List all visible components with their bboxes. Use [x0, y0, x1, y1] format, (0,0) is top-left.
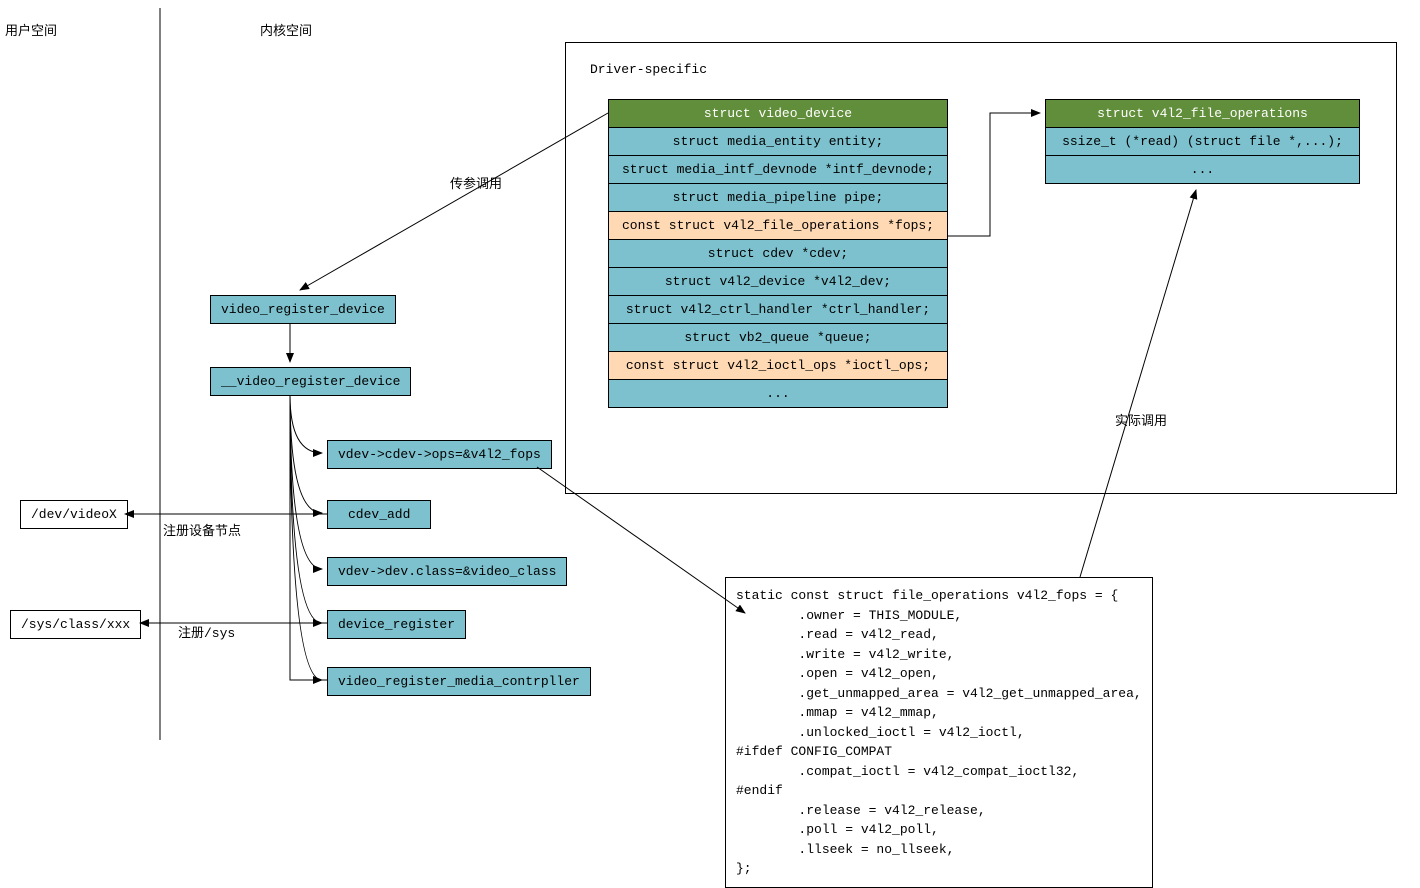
- node-media-controller: video_register_media_contrpller: [327, 667, 591, 696]
- node-class-assign: vdev->dev.class=&video_class: [327, 557, 567, 586]
- node-ops-assign: vdev->cdev->ops=&v4l2_fops: [327, 440, 552, 469]
- node-cdev-add: cdev_add: [327, 500, 431, 529]
- node-video-register-device: video_register_device: [210, 295, 396, 324]
- label-register-sys: 注册/sys: [178, 622, 235, 641]
- video-device-row: struct v4l2_ctrl_handler *ctrl_handler;: [608, 295, 948, 324]
- diagram-canvas: 用户空间 内核空间 /dev/videoX /sys/class/xxx 注册设…: [0, 0, 1420, 859]
- label-user-space: 用户空间: [5, 20, 57, 39]
- video-device-row-ioctl: const struct v4l2_ioctl_ops *ioctl_ops;: [608, 351, 948, 380]
- label-register-node: 注册设备节点: [163, 520, 241, 539]
- label-actual-call: 实际调用: [1115, 410, 1167, 429]
- video-device-row: struct media_pipeline pipe;: [608, 183, 948, 212]
- node-__video-register-device: __video_register_device: [210, 367, 411, 396]
- video-device-row: struct v4l2_device *v4l2_dev;: [608, 267, 948, 296]
- label-driver-specific: Driver-specific: [590, 62, 707, 77]
- box-sys-class: /sys/class/xxx: [10, 610, 141, 639]
- node-device-register: device_register: [327, 610, 466, 639]
- video-device-row: struct cdev *cdev;: [608, 239, 948, 268]
- box-dev-video: /dev/videoX: [20, 500, 128, 529]
- video-device-row: struct vb2_queue *queue;: [608, 323, 948, 352]
- file-ops-header: struct v4l2_file_operations: [1045, 99, 1360, 128]
- struct-video-device: struct video_device struct media_entity …: [608, 100, 948, 408]
- code-v4l2-fops: static const struct file_operations v4l2…: [725, 577, 1153, 888]
- label-pass-param: 传参调用: [450, 173, 502, 192]
- struct-file-operations: struct v4l2_file_operations ssize_t (*re…: [1045, 100, 1360, 184]
- video-device-header: struct video_device: [608, 99, 948, 128]
- file-ops-row: ...: [1045, 155, 1360, 184]
- video-device-row: ...: [608, 379, 948, 408]
- file-ops-row: ssize_t (*read) (struct file *,...);: [1045, 127, 1360, 156]
- label-kernel-space: 内核空间: [260, 20, 312, 39]
- video-device-row-fops: const struct v4l2_file_operations *fops;: [608, 211, 948, 240]
- video-device-row: struct media_intf_devnode *intf_devnode;: [608, 155, 948, 184]
- video-device-row: struct media_entity entity;: [608, 127, 948, 156]
